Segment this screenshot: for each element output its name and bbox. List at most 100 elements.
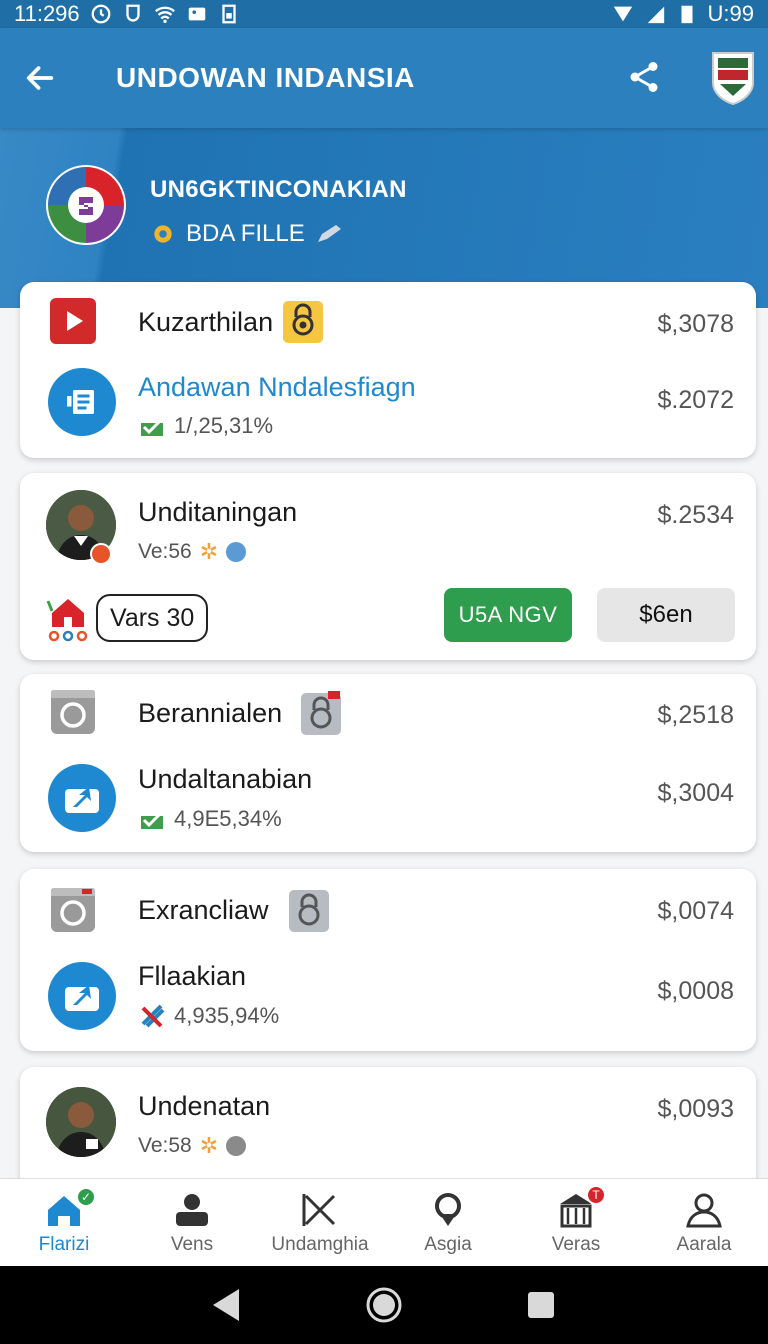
info-dot-icon [226,1136,247,1156]
share-arrow-icon [48,962,116,1030]
card-2[interactable]: Unditaningan Ve:56 ✲ $.2534 Vars 30 U5A … [20,473,756,660]
card-3-row-2-meta: 4,9E5,34% [140,806,282,832]
card-5-meta: Ve:58 ✲ [138,1133,247,1159]
card-5-title: Undenatan [138,1091,271,1121]
card-2-title: Unditaningan [138,497,298,527]
check-badge-icon: ✓ [76,1187,96,1207]
wifi-icon [154,6,175,23]
nav-label-vens: Vens [170,1233,214,1255]
secondary-action-button[interactable]: $6en [597,588,735,642]
nav-item-home[interactable]: ✓ Flarizi [0,1179,128,1266]
battery-icon [681,5,693,24]
nav-label-asgia: Asgia [424,1233,472,1255]
close-x-icon [302,1193,336,1226]
sim-icon [222,4,236,24]
card-4-row-2-price: $,0008 [657,977,734,1005]
document-icon [48,368,116,436]
card-1-row-2-meta: 1/,25,31% [140,413,273,439]
card-4-row-2-meta: 4,935,94% [140,1003,279,1029]
card-3-row-2-meta-text: 4,9E5,34% [174,806,282,831]
gear-icon [154,225,172,243]
page-title: UNDOWAN INDANSIA [116,62,415,93]
nav-item-asgia[interactable]: Asgia [384,1179,512,1266]
share-arrow-icon [48,764,116,832]
notification-badge: T [586,1185,606,1205]
system-navigation [0,1266,768,1344]
camera-icon [51,690,95,734]
status-time: 11:296 [14,1,80,26]
card-4-row-1-title: Exrancliaw [138,895,269,925]
emblem-icon[interactable] [710,50,756,106]
card-3-row-2-title: Undaltanabian [138,764,313,794]
card-3[interactable]: Berannialen $,2518 Undaltanabian 4,9E5,3… [20,674,756,852]
nav-item-vens[interactable]: Vens [128,1179,256,1266]
nav-label-aarala: Aarala [676,1233,732,1255]
vars-pill[interactable]: Vars 30 [96,594,209,642]
card-1-row-1-title: Kuzarthilan [138,307,274,337]
share-icon [630,62,658,92]
status-bar: 11:296 U:99 [0,0,768,28]
share-button[interactable] [620,53,668,101]
card-4[interactable]: Exrancliaw $,0074 Fllaakian 4,935,94% $,… [20,869,756,1051]
cell-signal-icon [647,6,664,24]
nav-label-home: Flarizi [38,1233,90,1255]
sparkle-icon: ✲ [199,539,219,564]
card-2-price: $.2534 [657,501,734,529]
play-icon [50,298,96,344]
nav-item-veras[interactable]: T Veras [512,1179,640,1266]
card-1-row-2-title[interactable]: Andawan Nndalesfiagn [138,372,416,403]
tools-icon [141,1004,165,1028]
check-icon [141,415,166,436]
status-dot-icon [90,543,112,565]
card-1-row-1-price: $,3078 [657,310,734,338]
primary-action-button[interactable]: U5A NGV [444,588,572,642]
card-3-row-1-title: Berannialen [138,698,283,728]
back-triangle-icon[interactable] [211,1287,243,1323]
shield-icon [126,4,140,22]
card-3-row-2-price: $,3004 [657,779,734,807]
nav-item-aarala[interactable]: Aarala [640,1179,768,1266]
profile-subtitle: BDA FILLE [150,220,345,248]
nav-label-veras: Veras [551,1233,601,1255]
home-circle-icon[interactable] [364,1285,404,1325]
card-5-price: $,0093 [657,1095,734,1123]
pencil-icon[interactable] [315,223,345,245]
card-4-row-2-meta-text: 4,935,94% [174,1003,280,1028]
info-dot-icon [226,542,247,562]
lock-badge-icon [289,890,329,932]
lock-badge-icon [283,301,323,343]
check-icon [141,808,166,829]
card-1-row-2-price: $.2072 [657,386,734,414]
camera-icon [51,888,95,932]
back-button[interactable] [0,28,80,128]
card-3-row-1-price: $,2518 [657,701,734,729]
card-4-row-1-price: $,0074 [657,897,734,925]
sparkle-icon: ✲ [199,1133,219,1158]
lock-badge-icon [301,691,341,735]
app-bar: UNDOWAN INDANSIA [0,28,768,128]
location-icon [435,1192,461,1226]
profile-icon [686,1193,722,1227]
card-2-meta: Ve:56 ✲ [138,539,247,565]
house-icon [46,599,88,642]
arrow-left-icon [26,66,54,90]
photo-icon [188,7,205,21]
person-icon [176,1193,208,1226]
profile-title: UN6GKTINCONAKIAN [150,176,407,203]
clock-icon [91,4,111,24]
card-1-row-2-meta-text: 1/,25,31% [174,413,274,438]
nav-item-undamghia[interactable]: Undamghia [256,1179,384,1266]
card-2-meta-text: Ve:56 [138,540,192,563]
card-4-row-2-title: Fllaakian [138,961,247,991]
bottom-navigation: ✓ Flarizi Vens Undamghia Asgia T Veras A… [0,1178,768,1266]
brand-logo-icon [46,165,126,245]
avatar [46,1087,116,1157]
nav-label-undamghia: Undamghia [271,1233,369,1255]
signal-icon [613,6,632,22]
battery-text: U:99 [707,1,754,26]
card-1[interactable]: Kuzarthilan $,3078 Andawan Nndalesfiagn … [20,282,756,458]
profile-header: UN6GKTINCONAKIAN BDA FILLE [0,128,768,308]
profile-subtitle-text: BDA FILLE [186,220,305,247]
card-5-meta-text: Ve:58 [138,1134,192,1157]
recents-square-icon[interactable] [525,1289,557,1321]
